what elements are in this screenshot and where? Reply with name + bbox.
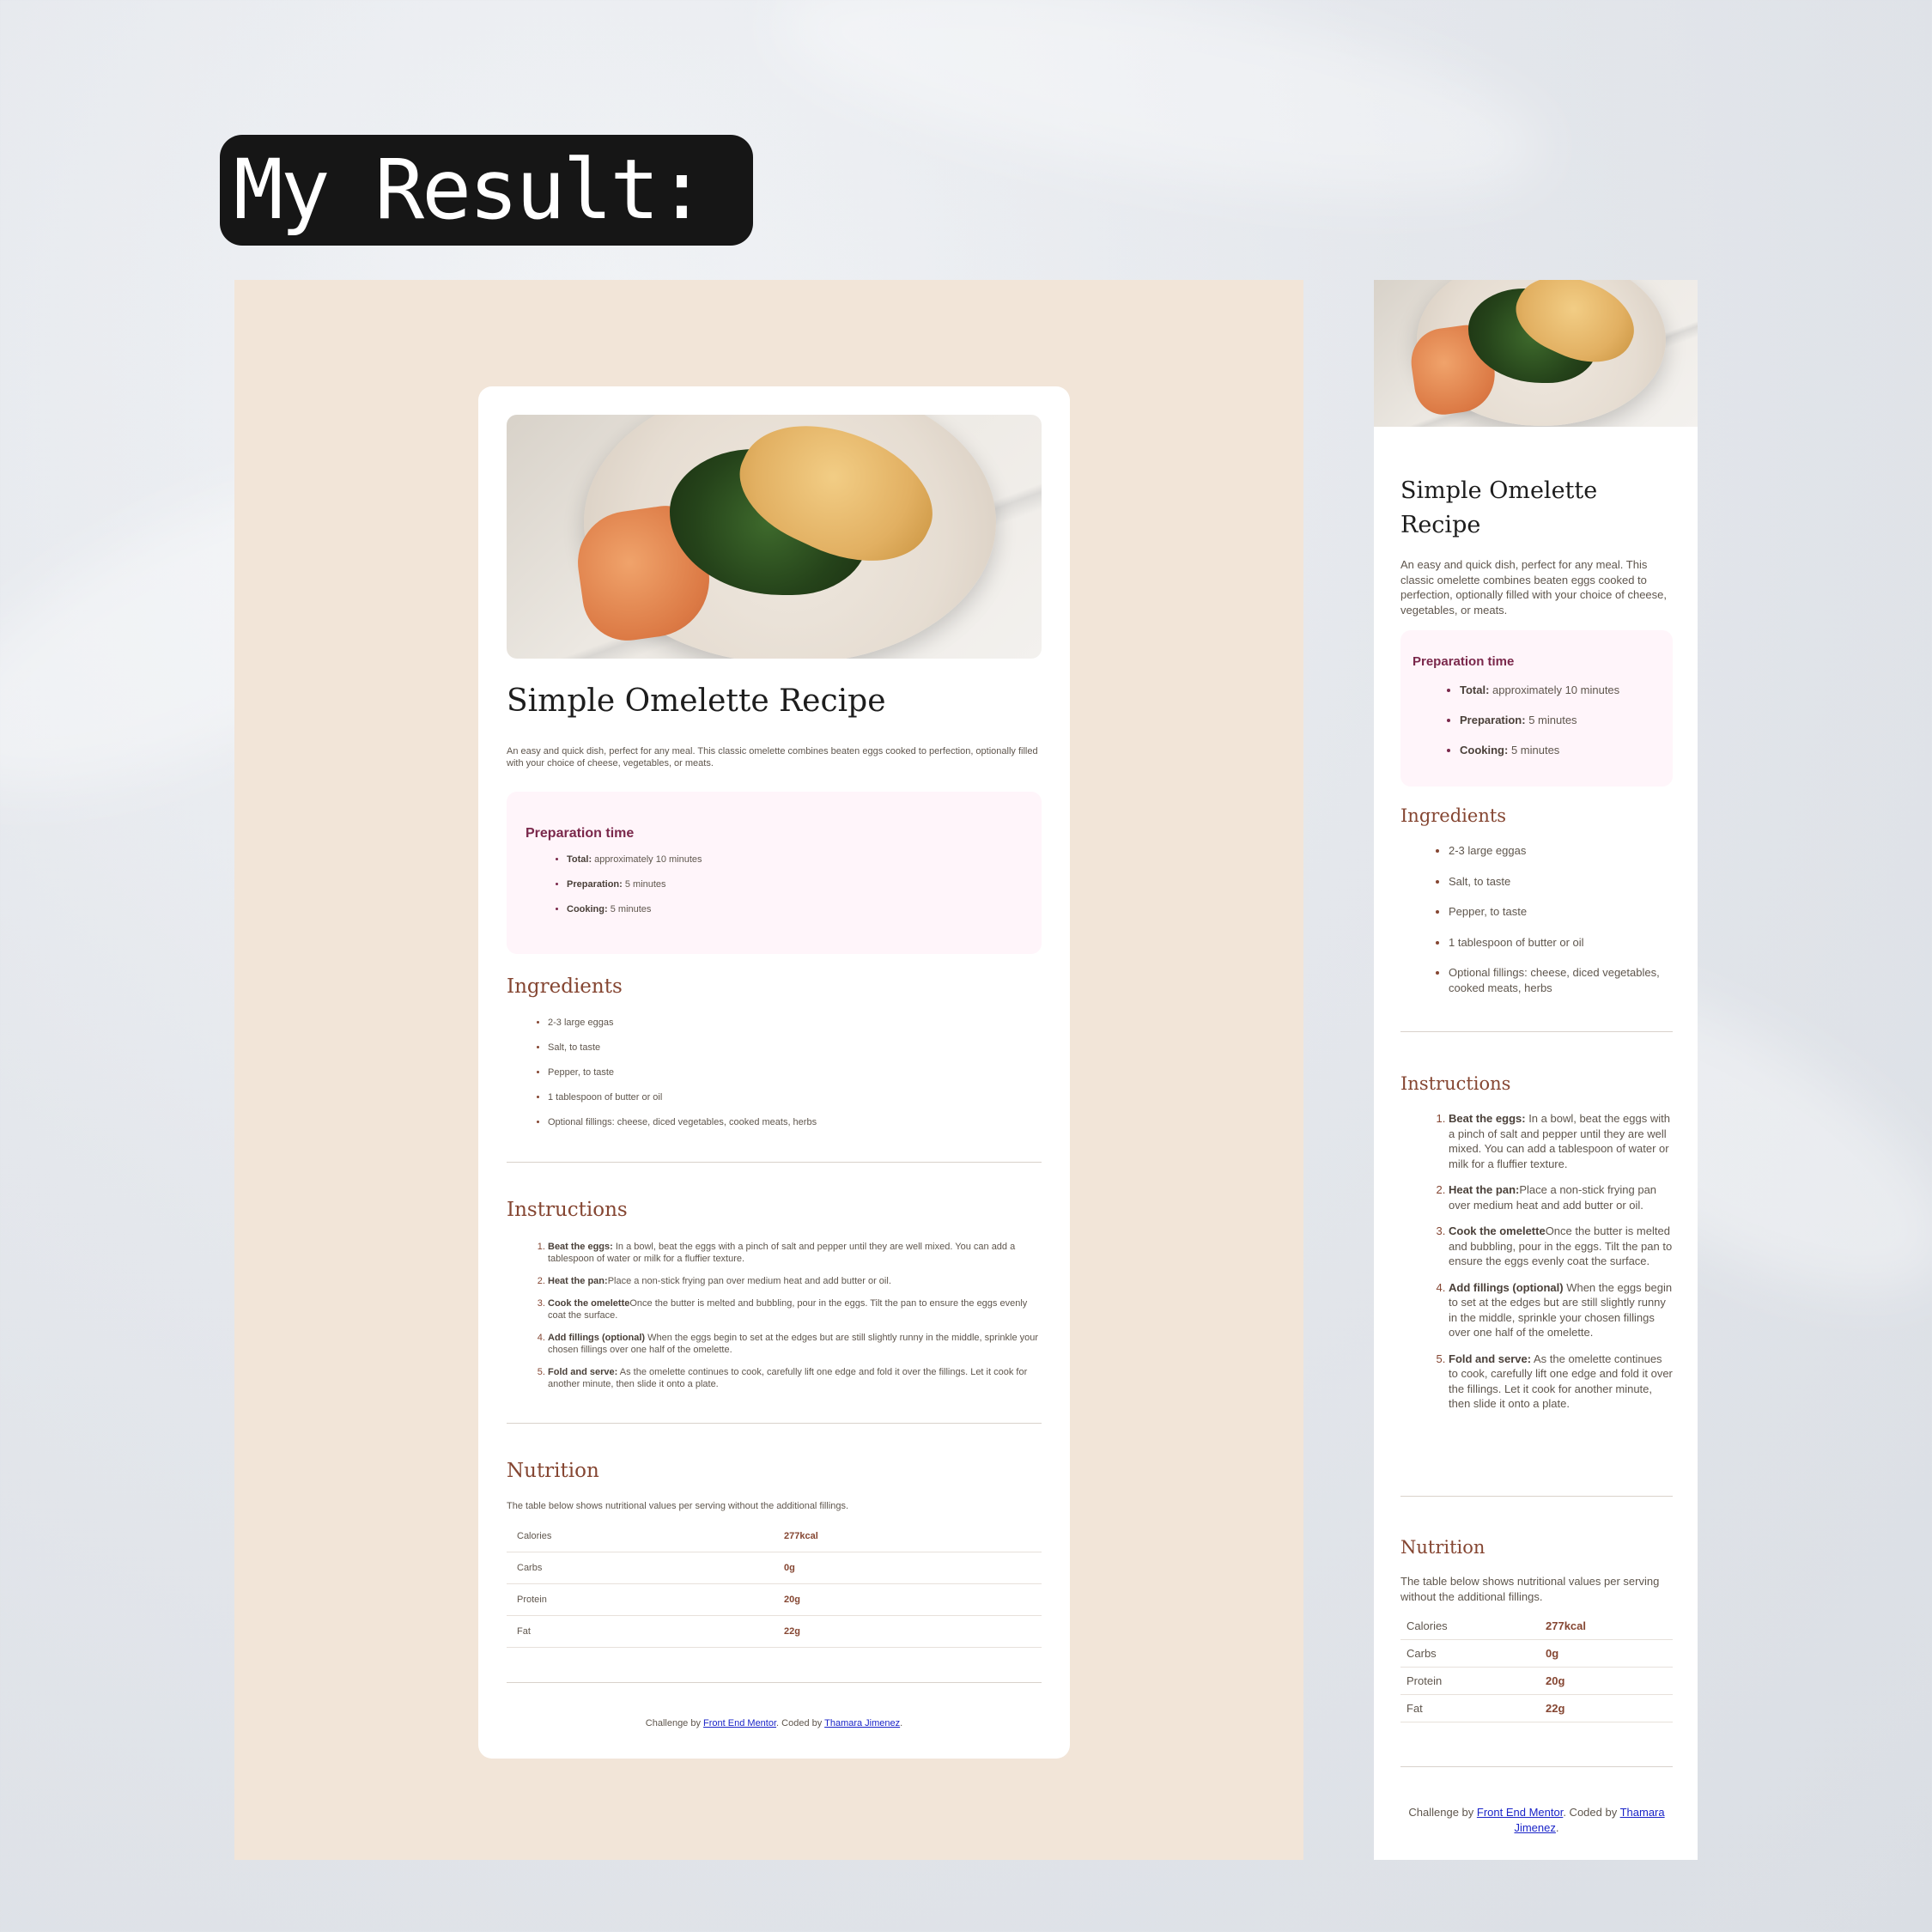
prep-item: Total: approximately 10 minutes [1460, 683, 1661, 697]
ingredient-item: 1 tablespoon of butter or oil [548, 1091, 1042, 1103]
instructions-heading: Instructions [507, 1199, 628, 1221]
instruction-step: Add fillings (optional) When the eggs be… [548, 1332, 1042, 1356]
table-row: Fat 22g [507, 1615, 1042, 1648]
nutrition-table: Calories 277kcal Carbs 0g Protein 20g Fat 22… [1400, 1613, 1673, 1722]
background-fold [763, 0, 1555, 238]
instruction-step: Beat the eggs: In a bowl, beat the eggs … [548, 1241, 1042, 1265]
ingredient-item: Pepper, to taste [548, 1066, 1042, 1078]
ingredients-heading: Ingredients [1400, 805, 1507, 826]
ingredient-item: Pepper, to taste [1449, 904, 1674, 920]
table-row: Carbs 0g [1400, 1639, 1673, 1668]
table-row: Protein 20g [1400, 1667, 1673, 1695]
instruction-step: Beat the eggs: In a bowl, beat the eggs … [1449, 1111, 1674, 1171]
table-row: Protein 20g [507, 1583, 1042, 1616]
recipe-intro: An easy and quick dish, perfect for any … [1400, 558, 1668, 617]
prep-item: Total: approximately 10 minutes [567, 854, 1023, 866]
preparation-box: Preparation time Total: approximately 10… [507, 792, 1042, 954]
nutrition-text: The table below shows nutritional values… [507, 1501, 849, 1511]
ingredient-item: 2-3 large eggas [1449, 843, 1674, 859]
instruction-step: Cook the omeletteOnce the butter is melt… [1449, 1224, 1674, 1269]
divider [507, 1682, 1042, 1683]
divider [1400, 1031, 1673, 1032]
prep-item: Preparation: 5 minutes [567, 878, 1023, 890]
frontend-mentor-link[interactable]: Front End Mentor [1477, 1806, 1563, 1819]
omelette-image [507, 415, 1042, 659]
nutrition-heading: Nutrition [507, 1460, 599, 1482]
recipe-title: Simple Omelette Recipe [507, 683, 886, 719]
prep-list: Total: approximately 10 minutes Preparat… [526, 854, 1023, 915]
prep-heading: Preparation time [526, 826, 635, 841]
ingredients-list: 2-3 large eggas Salt, to taste Pepper, t… [1400, 843, 1674, 1011]
table-row: Calories 277kcal [1400, 1613, 1673, 1640]
prep-item: Cooking: 5 minutes [567, 903, 1023, 915]
instruction-step: Cook the omeletteOnce the butter is melt… [548, 1297, 1042, 1321]
instruction-step: Add fillings (optional) When the eggs be… [1449, 1280, 1674, 1340]
recipe-title: Simple Omelette Recipe [1400, 477, 1598, 538]
instruction-step: Heat the pan:Place a non-stick frying pa… [548, 1275, 1042, 1287]
attribution-footer: Challenge by Front End Mentor. Coded by … [645, 1718, 903, 1728]
nutrition-text: The table below shows nutritional values… [1400, 1575, 1660, 1603]
preparation-box: Preparation time Total: approximately 10… [1400, 630, 1673, 787]
mobile-preview: Simple Omelette Recipe An easy and quick… [1374, 280, 1698, 1860]
recipe-intro: An easy and quick dish, perfect for any … [507, 746, 1038, 769]
nutrition-heading: Nutrition [1400, 1537, 1485, 1558]
ingredient-item: 2-3 large eggas [548, 1017, 1042, 1029]
ingredient-item: 1 tablespoon of butter or oil [1449, 935, 1674, 951]
instructions-heading: Instructions [1400, 1073, 1511, 1094]
instructions-list: Beat the eggs: In a bowl, beat the eggs … [507, 1241, 1042, 1400]
prep-list: Total: approximately 10 minutes Preparat… [1413, 683, 1661, 757]
divider [1400, 1766, 1673, 1767]
instruction-step: Fold and serve: As the omelette continue… [1449, 1352, 1674, 1412]
ingredient-item: Salt, to taste [1449, 874, 1674, 890]
prep-item: Cooking: 5 minutes [1460, 743, 1661, 757]
nutrition-table: Calories 277kcal Carbs 0g Protein 20g Fat 22… [507, 1521, 1042, 1648]
my-result-badge: My Result: [220, 135, 753, 246]
ingredient-item: Salt, to taste [548, 1042, 1042, 1054]
divider [507, 1162, 1042, 1163]
recipe-card: Simple Omelette Recipe An easy and quick… [478, 386, 1070, 1759]
frontend-mentor-link[interactable]: Front End Mentor [703, 1718, 776, 1728]
desktop-preview: Simple Omelette Recipe An easy and quick… [234, 280, 1303, 1860]
prep-heading: Preparation time [1413, 654, 1515, 669]
ingredient-item: Optional fillings: cheese, diced vegetab… [1449, 965, 1674, 995]
table-row: Carbs 0g [507, 1552, 1042, 1584]
prep-item: Preparation: 5 minutes [1460, 713, 1661, 727]
attribution-footer: Challenge by Front End Mentor. Coded by … [1408, 1806, 1665, 1834]
omelette-image [1374, 280, 1698, 427]
ingredient-item: Optional fillings: cheese, diced vegetab… [548, 1116, 1042, 1128]
instructions-list: Beat the eggs: In a bowl, beat the eggs … [1400, 1111, 1674, 1423]
table-row: Fat 22g [1400, 1694, 1673, 1722]
instruction-step: Heat the pan:Place a non-stick frying pa… [1449, 1182, 1674, 1212]
author-link[interactable]: Thamara Jimenez [824, 1718, 900, 1728]
divider [1400, 1496, 1673, 1497]
ingredients-list: 2-3 large eggas Salt, to taste Pepper, t… [507, 1017, 1042, 1141]
divider [507, 1423, 1042, 1424]
ingredients-heading: Ingredients [507, 975, 623, 998]
instruction-step: Fold and serve: As the omelette continue… [548, 1366, 1042, 1390]
table-row: Calories 277kcal [507, 1521, 1042, 1552]
